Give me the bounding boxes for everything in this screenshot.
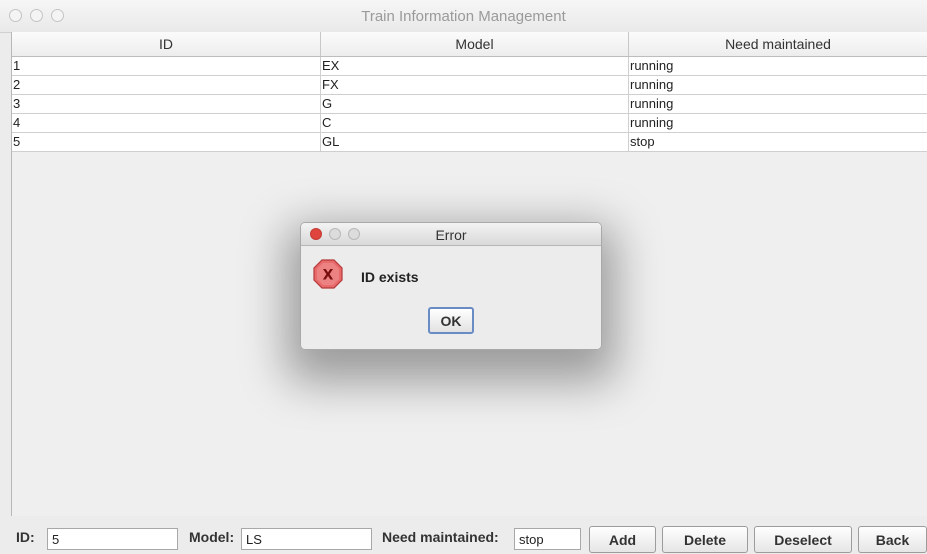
id-label: ID: (16, 529, 35, 545)
model-label: Model: (189, 529, 235, 545)
table-row[interactable]: 5 GL stop (12, 133, 927, 152)
back-button[interactable]: Back (858, 526, 927, 553)
need-maintained-label: Need maintained: (382, 529, 499, 545)
error-icon-glyph: X (323, 268, 334, 284)
column-header-id[interactable]: ID (12, 32, 321, 56)
need-maintained-input[interactable] (514, 528, 581, 550)
model-input[interactable] (241, 528, 372, 550)
cell-id: 5 (12, 133, 321, 151)
delete-button[interactable]: Delete (662, 526, 748, 553)
cell-need-maintained: running (629, 76, 927, 94)
table-row[interactable]: 4 C running (12, 114, 927, 133)
window-title: Train Information Management (361, 8, 566, 25)
table-header: ID Model Need maintained (12, 32, 927, 57)
cell-model: G (321, 95, 629, 113)
dialog-title: Error (435, 227, 467, 243)
table-row[interactable]: 2 FX running (12, 76, 927, 95)
table-body: 1 EX running 2 FX running 3 G running 4 … (12, 57, 927, 152)
error-octagon-icon: X (313, 259, 343, 289)
cell-model: C (321, 114, 629, 132)
cell-model: FX (321, 76, 629, 94)
table-row[interactable]: 3 G running (12, 95, 927, 114)
window-titlebar: Train Information Management (0, 0, 927, 33)
column-header-model[interactable]: Model (321, 32, 629, 56)
cell-id: 1 (12, 57, 321, 75)
id-input[interactable] (47, 528, 178, 550)
cell-need-maintained: stop (629, 133, 927, 151)
cell-model: GL (321, 133, 629, 151)
table-row[interactable]: 1 EX running (12, 57, 927, 76)
form-bar: ID: Model: Need maintained: Add Delete D… (0, 516, 927, 554)
cell-need-maintained: running (629, 95, 927, 113)
cell-id: 4 (12, 114, 321, 132)
cell-model: EX (321, 57, 629, 75)
error-message: ID exists (361, 269, 419, 285)
ok-button[interactable]: OK (428, 307, 474, 334)
cell-id: 2 (12, 76, 321, 94)
deselect-button[interactable]: Deselect (754, 526, 852, 553)
add-button[interactable]: Add (589, 526, 656, 553)
error-dialog: Error X ID exists OK (300, 222, 602, 350)
cell-need-maintained: running (629, 114, 927, 132)
column-header-need-maintained[interactable]: Need maintained (629, 32, 927, 56)
cell-id: 3 (12, 95, 321, 113)
dialog-titlebar: Error (301, 223, 601, 246)
cell-need-maintained: running (629, 57, 927, 75)
